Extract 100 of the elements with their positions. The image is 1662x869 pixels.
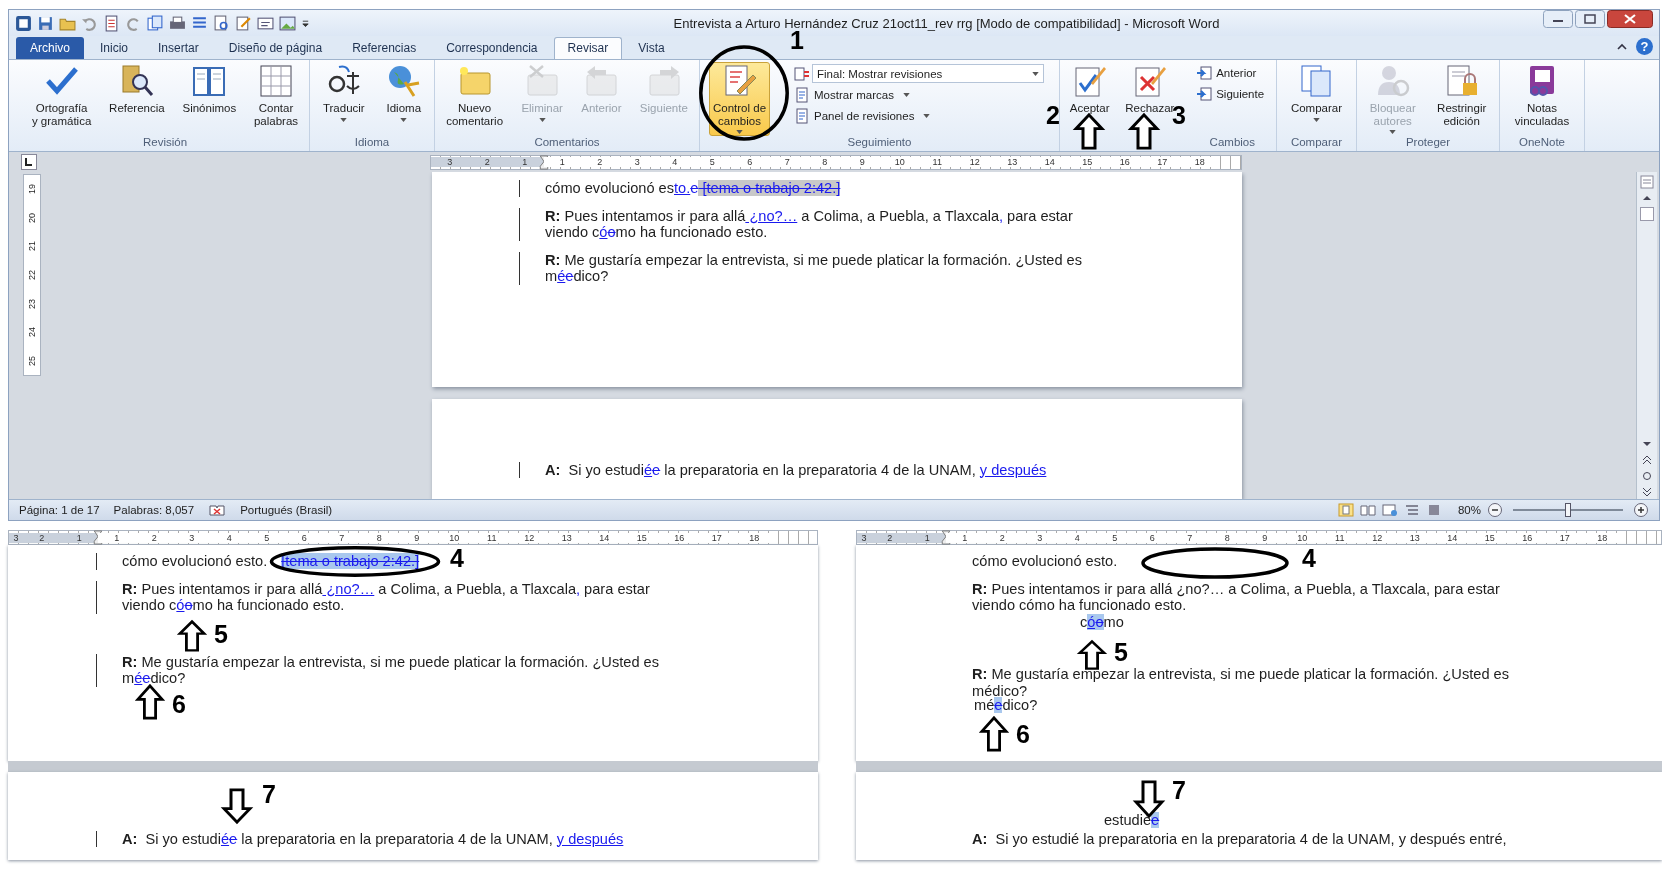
vertical-scrollbar[interactable] [1636, 172, 1657, 499]
help-button[interactable]: ? [1636, 38, 1653, 55]
document-list-icon [794, 108, 810, 124]
ruler-number: 20 [27, 212, 37, 223]
ribbon-button[interactable]: Control de cambios [709, 62, 771, 136]
vertical-ruler[interactable]: 19 20 21 22 23 24 25 [23, 174, 41, 376]
app-logo-icon[interactable] [15, 14, 32, 32]
zoom-slider-thumb[interactable] [1565, 503, 1571, 517]
ribbon-button[interactable]: Referencia [105, 62, 169, 117]
ruler-number: 3 [431, 157, 469, 167]
callout-arrow [222, 788, 252, 824]
ribbon-tab[interactable]: Vista [624, 37, 679, 59]
ribbon-button[interactable]: Restringir edición [1433, 62, 1491, 129]
browse-object-icon[interactable] [1640, 469, 1654, 483]
ribbon-button[interactable]: Ortografía y gramática [27, 62, 96, 129]
callout-number: 1 [790, 28, 804, 53]
callout-number: 4 [450, 546, 464, 571]
word-count[interactable]: Palabras: 8,057 [113, 504, 195, 516]
callout-number: 7 [262, 782, 276, 807]
caret-icon [538, 117, 546, 122]
printer-icon[interactable] [169, 14, 186, 32]
ruler-number: 21 [27, 241, 37, 252]
ribbon-tab[interactable]: Diseño de página [214, 37, 337, 59]
open-book-icon [192, 64, 227, 98]
document-list-icon [794, 87, 810, 103]
ribbon-button[interactable]: Contar palabras [249, 62, 303, 129]
outline-icon[interactable] [1403, 503, 1420, 517]
close-icon[interactable] [1607, 10, 1653, 28]
ribbon-button[interactable]: Idioma [382, 62, 426, 124]
scroll-thumb[interactable] [1640, 207, 1654, 221]
document-paragraph: R: Pues intentamos ir para allá ¿no?… a Colima, a Puebla, a Tlaxcala, para estar viendo cómo ha funcionado esto. [971, 580, 1501, 614]
tab-stop-icon[interactable] [21, 154, 37, 170]
text-snippet: estudiée [1103, 812, 1160, 829]
note-left-arrow-icon [584, 64, 619, 98]
ribbon-button[interactable]: Traducir [318, 62, 369, 124]
ruler-number: 2 [871, 532, 909, 543]
previous-page-icon[interactable] [1640, 453, 1654, 467]
document-arrow-icon [1196, 86, 1213, 102]
ruler-number: 1 [543, 157, 581, 167]
ruler-number: 24 [27, 327, 37, 338]
text-snippet: méedico? [973, 697, 1038, 714]
ribbon-button[interactable]: Comparar [1286, 62, 1347, 124]
ribbon-button[interactable]: Nuevo comentario [442, 62, 508, 129]
minimize-icon[interactable] [1543, 10, 1573, 28]
ribbon-tab[interactable]: Archivo [16, 37, 84, 59]
group-label: Idioma [353, 136, 391, 150]
zoom-out-icon[interactable] [1487, 502, 1503, 518]
note-right-arrow-icon [646, 64, 681, 98]
next-page-icon[interactable] [1640, 485, 1654, 499]
book-magnifier-icon [119, 64, 154, 98]
document-paragraph: A: Si yo estudiée la preparatoria en la preparatoria 4 de la UNAM, y después [96, 830, 624, 847]
window-title: Entrevista a Arturo Hernández Cruz 21oct11_rev rrg [Modo de compatibilidad] - Microsoft Word [672, 15, 1221, 31]
document-cross-icon [1132, 64, 1167, 98]
ribbon-tab[interactable]: Insertar [144, 37, 213, 59]
ruler-number: 3 [857, 532, 871, 543]
callout-number: 5 [1114, 640, 1128, 665]
callout-arrow [980, 716, 1008, 752]
ruler-number: 19 [27, 184, 37, 195]
ribbon-tab[interactable]: Revisar [553, 37, 623, 59]
caret-icon [902, 93, 910, 97]
magnifier-page-icon[interactable] [213, 14, 230, 32]
page-icon[interactable] [103, 14, 120, 32]
horizontal-ruler[interactable]: 3 2 1 1 2 3 4 5 6 7 8 9 10 11 12 13 14 15 16 17 18 [430, 154, 1242, 170]
picture-icon[interactable] [279, 14, 296, 32]
person-icon [1375, 64, 1410, 98]
proofing-book-icon[interactable] [208, 503, 227, 517]
ribbon-small-button[interactable]: Panel de revisiones [794, 107, 1044, 125]
note-delete-icon [525, 64, 560, 98]
ribbon-button[interactable]: Aceptar [1065, 62, 1114, 117]
document-pencil-icon [722, 64, 757, 98]
caret-icon [923, 114, 931, 118]
language-status[interactable]: Portugués (Brasil) [240, 504, 333, 516]
restore-icon[interactable] [1575, 10, 1605, 28]
ribbon-button[interactable]: Notas vinculadas [1510, 62, 1574, 129]
padlock-icon [1444, 64, 1479, 98]
globe-icon [386, 64, 421, 98]
reading-layout-icon[interactable] [1359, 503, 1376, 517]
callout-number: 6 [1016, 722, 1030, 747]
ribbon-small-button[interactable]: Mostrar marcas [794, 86, 1044, 104]
ribbon-tab[interactable]: Inicio [86, 37, 143, 59]
documents-icon[interactable] [147, 14, 164, 32]
callout-arrow [1078, 640, 1106, 670]
document-paragraph: R: Me gustaría empezar la entrevista, si me puede platicar la formación. ¿Usted es médico? [971, 666, 1510, 699]
zoom-in-icon[interactable] [1633, 502, 1649, 518]
ribbon-button[interactable]: Sinónimos [178, 62, 241, 117]
ruler-number: 2 [23, 532, 61, 543]
save-icon[interactable] [37, 14, 54, 32]
ruler-toggle-icon[interactable] [1640, 175, 1654, 189]
ribbon-small-button[interactable]: Siguiente [1196, 85, 1265, 103]
pencil-page-icon[interactable] [235, 14, 252, 32]
page-count[interactable]: Página: 1 de 17 [19, 504, 100, 516]
document-check-icon [1072, 64, 1107, 98]
zoom-level[interactable]: 80% [1457, 504, 1481, 516]
web-layout-icon[interactable] [1381, 503, 1398, 517]
ribbon-tab[interactable]: Correspondencia [432, 37, 552, 59]
ribbon-tab[interactable]: Referencias [338, 37, 431, 59]
ribbon-small-button[interactable]: Anterior [1196, 64, 1265, 82]
caret-icon [1389, 130, 1397, 134]
ruler-number: 22 [27, 269, 37, 280]
caret-icon [400, 117, 408, 122]
